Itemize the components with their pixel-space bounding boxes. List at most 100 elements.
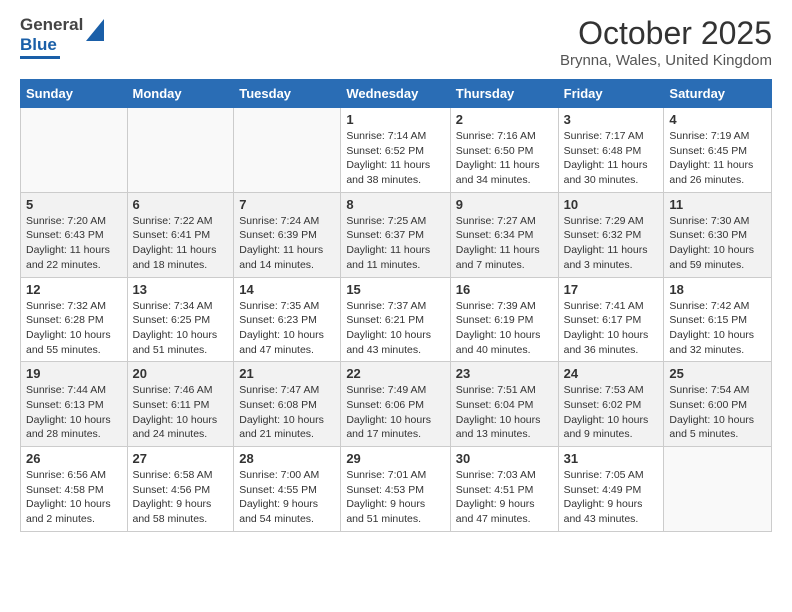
cell-date-number: 30	[456, 451, 553, 466]
cell-info-text: Sunrise: 7:16 AMSunset: 6:50 PMDaylight:…	[456, 129, 553, 188]
calendar-cell: 5Sunrise: 7:20 AMSunset: 6:43 PMDaylight…	[21, 192, 128, 277]
calendar-cell: 6 Sunrise: 7:22 AMSunset: 6:41 PMDaylight…	[127, 192, 234, 277]
calendar-cell: 8Sunrise: 7:25 AMSunset: 6:37 PMDaylight…	[341, 192, 450, 277]
calendar-cell: 20Sunrise: 7:46 AMSunset: 6:11 PMDayligh…	[127, 362, 234, 447]
cell-date-number: 23	[456, 366, 553, 381]
calendar-cell: 11Sunrise: 7:30 AMSunset: 6:30 PMDayligh…	[664, 192, 772, 277]
calendar-cell: 21 Sunrise: 7:47 AMSunset: 6:08 PMDayligh…	[234, 362, 341, 447]
cell-date-number: 28	[239, 451, 335, 466]
calendar-cell: 17Sunrise: 7:41 AMSunset: 6:17 PMDayligh…	[558, 277, 664, 362]
cell-info-text: Sunrise: 7:27 AMSunset: 6:34 PMDaylight:…	[456, 214, 553, 273]
cell-date-number: 9	[456, 197, 553, 212]
calendar-week-2: 12Sunrise: 7:32 AMSunset: 6:28 PMDayligh…	[21, 277, 772, 362]
calendar-cell: 19Sunrise: 7:44 AMSunset: 6:13 PMDayligh…	[21, 362, 128, 447]
cell-info-text: Sunrise: 7:51 AMSunset: 6:04 PMDaylight:…	[456, 383, 553, 442]
cell-info-text: Sunrise: 7:53 AMSunset: 6:02 PMDaylight:…	[564, 383, 659, 442]
cell-info-text: Sunrise: 7:14 AMSunset: 6:52 PMDaylight:…	[346, 129, 444, 188]
calendar-cell: 2 Sunrise: 7:16 AMSunset: 6:50 PMDaylight…	[450, 108, 558, 193]
col-wednesday: Wednesday	[341, 80, 450, 108]
calendar-cell: 3 Sunrise: 7:17 AMSunset: 6:48 PMDaylight…	[558, 108, 664, 193]
calendar-cell: 26 Sunrise: 6:56 AMSunset: 4:58 PMDayligh…	[21, 447, 128, 532]
col-tuesday: Tuesday	[234, 80, 341, 108]
calendar-cell: 27Sunrise: 6:58 AMSunset: 4:56 PMDayligh…	[127, 447, 234, 532]
calendar-cell: 10Sunrise: 7:29 AMSunset: 6:32 PMDayligh…	[558, 192, 664, 277]
calendar-cell: 15 Sunrise: 7:37 AMSunset: 6:21 PMDayligh…	[341, 277, 450, 362]
cell-info-text: Sunrise: 7:25 AMSunset: 6:37 PMDaylight:…	[346, 214, 444, 273]
cell-info-text: Sunrise: 7:05 AMSunset: 4:49 PMDaylight:…	[564, 468, 659, 527]
cell-date-number: 15	[346, 282, 444, 297]
cell-date-number: 1	[346, 112, 444, 127]
calendar-cell: 31 Sunrise: 7:05 AMSunset: 4:49 PMDayligh…	[558, 447, 664, 532]
cell-date-number: 11	[669, 197, 766, 212]
cell-date-number: 14	[239, 282, 335, 297]
calendar-week-1: 5Sunrise: 7:20 AMSunset: 6:43 PMDaylight…	[21, 192, 772, 277]
cell-date-number: 25	[669, 366, 766, 381]
calendar-cell	[664, 447, 772, 532]
cell-date-number: 31	[564, 451, 659, 466]
calendar-cell: 12Sunrise: 7:32 AMSunset: 6:28 PMDayligh…	[21, 277, 128, 362]
cell-info-text: Sunrise: 7:37 AMSunset: 6:21 PMDaylight:…	[346, 299, 444, 358]
calendar-cell: 14 Sunrise: 7:35 AMSunset: 6:23 PMDayligh…	[234, 277, 341, 362]
cell-date-number: 26	[26, 451, 122, 466]
logo-underline	[20, 56, 60, 59]
cell-info-text: Sunrise: 7:17 AMSunset: 6:48 PMDaylight:…	[564, 129, 659, 188]
calendar-cell	[127, 108, 234, 193]
calendar-cell: 24 Sunrise: 7:53 AMSunset: 6:02 PMDayligh…	[558, 362, 664, 447]
calendar-table: Sunday Monday Tuesday Wednesday Thursday…	[20, 79, 772, 532]
calendar-cell: 30 Sunrise: 7:03 AMSunset: 4:51 PMDayligh…	[450, 447, 558, 532]
logo-triangle-icon	[86, 19, 104, 41]
cell-date-number: 12	[26, 282, 122, 297]
cell-info-text: Sunrise: 7:22 AMSunset: 6:41 PMDaylight:…	[133, 214, 229, 273]
cell-date-number: 18	[669, 282, 766, 297]
cell-date-number: 24	[564, 366, 659, 381]
title-block: October 2025 Brynna, Wales, United Kingd…	[560, 15, 772, 69]
cell-date-number: 20	[133, 366, 229, 381]
calendar-cell: 16Sunrise: 7:39 AMSunset: 6:19 PMDayligh…	[450, 277, 558, 362]
cell-info-text: Sunrise: 7:34 AMSunset: 6:25 PMDaylight:…	[133, 299, 229, 358]
cell-date-number: 16	[456, 282, 553, 297]
cell-date-number: 4	[669, 112, 766, 127]
cell-date-number: 13	[133, 282, 229, 297]
calendar-week-0: 1 Sunrise: 7:14 AMSunset: 6:52 PMDaylight…	[21, 108, 772, 193]
cell-info-text: Sunrise: 7:03 AMSunset: 4:51 PMDaylight:…	[456, 468, 553, 527]
header: General Blue October 2025 Brynna, Wales,…	[20, 15, 772, 69]
cell-info-text: Sunrise: 7:00 AMSunset: 4:55 PMDaylight:…	[239, 468, 335, 527]
cell-date-number: 21	[239, 366, 335, 381]
calendar-cell: 22Sunrise: 7:49 AMSunset: 6:06 PMDayligh…	[341, 362, 450, 447]
cell-date-number: 22	[346, 366, 444, 381]
col-sunday: Sunday	[21, 80, 128, 108]
cell-date-number: 6	[133, 197, 229, 212]
cell-info-text: Sunrise: 7:35 AMSunset: 6:23 PMDaylight:…	[239, 299, 335, 358]
calendar-cell: 1 Sunrise: 7:14 AMSunset: 6:52 PMDaylight…	[341, 108, 450, 193]
cell-info-text: Sunrise: 7:20 AMSunset: 6:43 PMDaylight:…	[26, 214, 122, 273]
cell-date-number: 3	[564, 112, 659, 127]
col-thursday: Thursday	[450, 80, 558, 108]
calendar-cell: 13 Sunrise: 7:34 AMSunset: 6:25 PMDayligh…	[127, 277, 234, 362]
calendar-cell: 25 Sunrise: 7:54 AMSunset: 6:00 PMDayligh…	[664, 362, 772, 447]
cell-date-number: 29	[346, 451, 444, 466]
cell-date-number: 7	[239, 197, 335, 212]
cell-info-text: Sunrise: 7:41 AMSunset: 6:17 PMDaylight:…	[564, 299, 659, 358]
calendar-cell: 29 Sunrise: 7:01 AMSunset: 4:53 PMDayligh…	[341, 447, 450, 532]
col-saturday: Saturday	[664, 80, 772, 108]
page-title: October 2025	[560, 15, 772, 52]
cell-info-text: Sunrise: 7:47 AMSunset: 6:08 PMDaylight:…	[239, 383, 335, 442]
calendar-cell: 4Sunrise: 7:19 AMSunset: 6:45 PMDaylight…	[664, 108, 772, 193]
cell-date-number: 27	[133, 451, 229, 466]
cell-info-text: Sunrise: 7:42 AMSunset: 6:15 PMDaylight:…	[669, 299, 766, 358]
calendar-cell: 18 Sunrise: 7:42 AMSunset: 6:15 PMDayligh…	[664, 277, 772, 362]
cell-info-text: Sunrise: 7:54 AMSunset: 6:00 PMDaylight:…	[669, 383, 766, 442]
cell-info-text: Sunrise: 6:56 AMSunset: 4:58 PMDaylight:…	[26, 468, 122, 527]
cell-info-text: Sunrise: 7:24 AMSunset: 6:39 PMDaylight:…	[239, 214, 335, 273]
cell-info-text: Sunrise: 7:01 AMSunset: 4:53 PMDaylight:…	[346, 468, 444, 527]
calendar-cell: 9 Sunrise: 7:27 AMSunset: 6:34 PMDaylight…	[450, 192, 558, 277]
cell-date-number: 2	[456, 112, 553, 127]
cell-info-text: Sunrise: 7:29 AMSunset: 6:32 PMDaylight:…	[564, 214, 659, 273]
calendar-cell: 28 Sunrise: 7:00 AMSunset: 4:55 PMDayligh…	[234, 447, 341, 532]
page-subtitle: Brynna, Wales, United Kingdom	[560, 52, 772, 69]
calendar-cell: 7 Sunrise: 7:24 AMSunset: 6:39 PMDaylight…	[234, 192, 341, 277]
calendar-cell: 23 Sunrise: 7:51 AMSunset: 6:04 PMDayligh…	[450, 362, 558, 447]
calendar-cell	[21, 108, 128, 193]
col-monday: Monday	[127, 80, 234, 108]
calendar-week-3: 19Sunrise: 7:44 AMSunset: 6:13 PMDayligh…	[21, 362, 772, 447]
